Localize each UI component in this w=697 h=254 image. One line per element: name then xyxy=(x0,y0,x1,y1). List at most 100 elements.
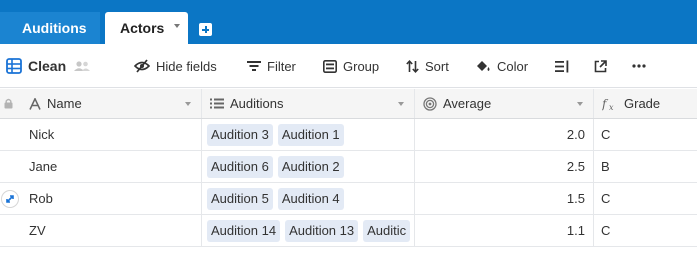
average-cell[interactable]: 1.1 xyxy=(414,215,593,246)
tab-label: Actors xyxy=(120,20,165,36)
hide-fields-label: Hide fields xyxy=(156,58,217,74)
chevron-down-icon[interactable] xyxy=(398,102,404,106)
table-row[interactable]: Jane Audition 6 Audition 2 2.5 B xyxy=(0,151,697,183)
view-toolbar: Clean Hide fields Filter Group Sort Colo… xyxy=(0,44,697,88)
group-icon xyxy=(323,59,337,73)
average-value: 1.5 xyxy=(566,191,585,206)
more-options-button[interactable] xyxy=(632,44,646,88)
sort-icon xyxy=(406,59,419,73)
records-grid: Name Auditions Average f x Grade Nick Au… xyxy=(0,89,697,247)
column-header-label: Average xyxy=(443,96,492,111)
linked-record-icon xyxy=(210,98,224,109)
linked-record-chip[interactable]: Audition 1 xyxy=(277,123,344,146)
filter-label: Filter xyxy=(267,58,296,74)
average-value: 2.5 xyxy=(566,159,585,174)
auditions-cell[interactable]: Audition 6 Audition 2 xyxy=(201,151,414,182)
more-icon xyxy=(632,64,646,68)
color-button[interactable]: Color xyxy=(475,44,528,88)
column-header-name[interactable]: Name xyxy=(21,89,201,118)
name-cell[interactable]: Jane xyxy=(21,151,201,182)
group-label: Group xyxy=(343,58,380,74)
lock-icon xyxy=(4,98,13,109)
linked-record-chip[interactable]: Audition 5 xyxy=(207,187,273,210)
eye-slash-icon xyxy=(134,59,150,73)
row-number-cell[interactable] xyxy=(0,215,21,246)
text-icon xyxy=(29,97,41,110)
tab-label: Auditions xyxy=(22,20,87,36)
column-header-label: Auditions xyxy=(230,96,284,111)
auditions-cell[interactable]: Audition 5 Audition 4 xyxy=(201,183,414,214)
grade-value: C xyxy=(601,191,611,206)
column-header-row: Name Auditions Average f x Grade xyxy=(0,89,697,119)
column-header-average[interactable]: Average xyxy=(414,89,593,118)
rollup-icon xyxy=(423,96,437,111)
share-view-button[interactable] xyxy=(594,44,607,88)
row-number-cell[interactable] xyxy=(0,183,21,214)
linked-record-chip[interactable]: Audition 4 xyxy=(277,187,344,210)
tab-actors[interactable]: Actors xyxy=(105,12,188,44)
average-cell[interactable]: 1.5 xyxy=(414,183,593,214)
chevron-down-icon[interactable] xyxy=(577,102,583,106)
linked-record-chip[interactable]: Audition 3 xyxy=(207,123,273,146)
sort-label: Sort xyxy=(425,58,449,74)
linked-record-chip[interactable]: Audition 2 xyxy=(277,155,344,178)
row-number-header xyxy=(0,89,21,118)
name-cell[interactable]: Nick xyxy=(21,119,201,150)
svg-text:f: f xyxy=(602,97,609,111)
column-header-label: Name xyxy=(47,96,82,111)
grade-cell[interactable]: C xyxy=(593,215,697,246)
chevron-down-icon[interactable] xyxy=(185,102,191,106)
sort-button[interactable]: Sort xyxy=(406,44,449,88)
grade-value: C xyxy=(601,127,611,142)
chevron-down-icon[interactable] xyxy=(174,24,180,28)
expand-record-icon[interactable] xyxy=(1,190,19,208)
filter-icon xyxy=(247,61,261,71)
color-label: Color xyxy=(497,58,529,74)
average-value: 2.0 xyxy=(566,127,585,142)
auditions-cell[interactable]: Audition 3 Audition 1 xyxy=(201,119,414,150)
formula-icon: f x xyxy=(602,97,614,111)
column-header-grade[interactable]: f x Grade xyxy=(593,89,697,118)
linked-record-chip[interactable]: Audition 13 xyxy=(285,219,359,242)
table-row[interactable]: Rob Audition 5 Audition 4 1.5 C xyxy=(0,183,697,215)
linked-record-chip[interactable]: Audition 6 xyxy=(207,155,273,178)
table-tab-bar: Auditions Actors xyxy=(0,0,697,44)
column-header-label: Grade xyxy=(624,96,661,111)
group-button[interactable]: Group xyxy=(323,44,379,88)
name-value: ZV xyxy=(29,223,46,238)
name-cell[interactable]: ZV xyxy=(21,215,201,246)
row-height-icon xyxy=(555,60,569,72)
table-row[interactable]: ZV Audition 14 Audition 13 Auditic 1.1 C xyxy=(0,215,697,247)
tab-auditions[interactable]: Auditions xyxy=(0,12,100,44)
view-switcher[interactable]: Clean xyxy=(6,44,91,88)
grade-value: C xyxy=(601,223,611,238)
grade-cell[interactable]: C xyxy=(593,119,697,150)
view-name: Clean xyxy=(28,58,67,74)
row-number-cell[interactable] xyxy=(0,151,21,182)
auditions-cell[interactable]: Audition 14 Audition 13 Auditic xyxy=(201,215,414,246)
linked-record-chip[interactable]: Auditic xyxy=(363,219,411,242)
add-table-icon[interactable] xyxy=(199,23,212,36)
name-cell[interactable]: Rob xyxy=(21,183,201,214)
svg-text:x: x xyxy=(609,103,614,111)
name-value: Jane xyxy=(29,159,58,174)
filter-button[interactable]: Filter xyxy=(247,44,296,88)
name-value: Rob xyxy=(29,191,53,206)
linked-record-chip[interactable]: Audition 14 xyxy=(207,219,281,242)
grade-cell[interactable]: C xyxy=(593,183,697,214)
row-height-button[interactable] xyxy=(555,44,569,88)
grid-view-icon xyxy=(6,58,22,74)
row-number-cell[interactable] xyxy=(0,119,21,150)
name-value: Nick xyxy=(29,127,55,142)
average-cell[interactable]: 2.5 xyxy=(414,151,593,182)
paint-bucket-icon xyxy=(477,61,490,71)
grade-cell[interactable]: B xyxy=(593,151,697,182)
hide-fields-button[interactable]: Hide fields xyxy=(134,44,217,88)
collaborators-icon xyxy=(74,61,91,71)
average-value: 1.1 xyxy=(566,223,585,238)
average-cell[interactable]: 2.0 xyxy=(414,119,593,150)
grade-value: B xyxy=(601,159,610,174)
share-icon xyxy=(594,59,607,72)
column-header-auditions[interactable]: Auditions xyxy=(201,89,414,118)
table-row[interactable]: Nick Audition 3 Audition 1 2.0 C xyxy=(0,119,697,151)
